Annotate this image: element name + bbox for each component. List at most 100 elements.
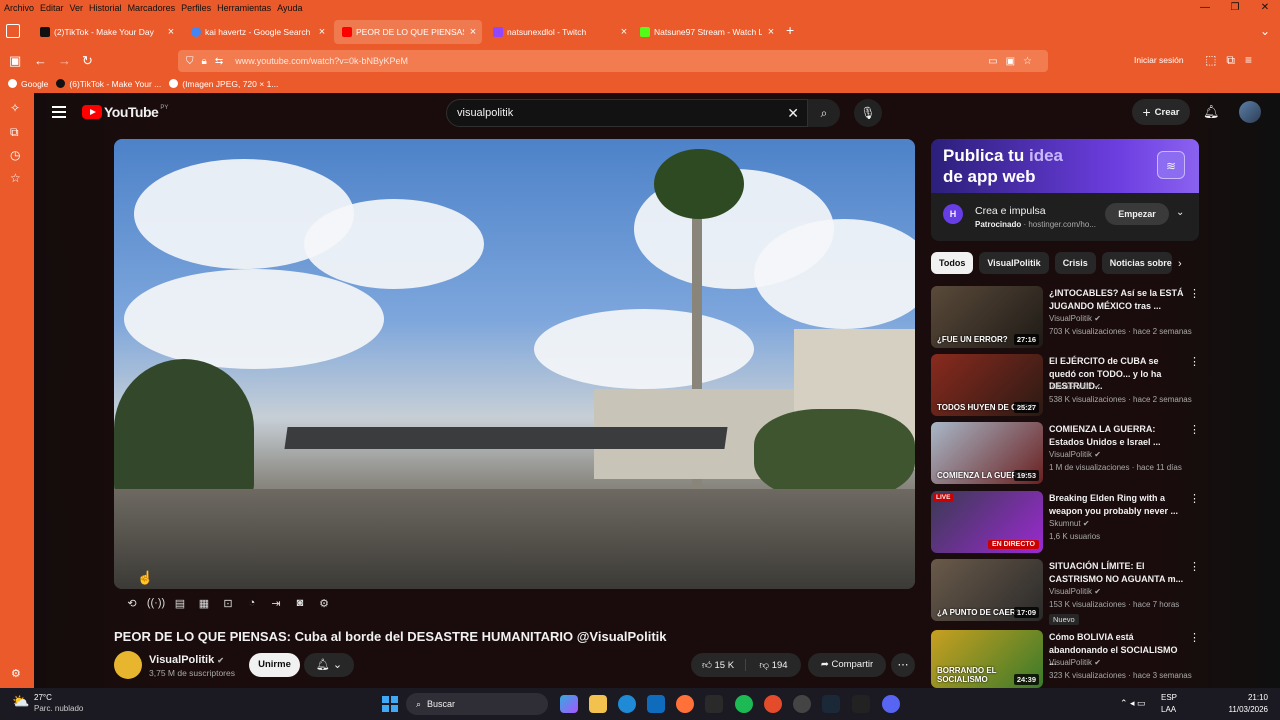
search-value[interactable]: visualpolitik bbox=[457, 107, 787, 119]
ad-cta-button[interactable]: Empezar bbox=[1105, 203, 1169, 225]
outlook-icon[interactable] bbox=[647, 695, 665, 713]
clock-time[interactable]: 21:10 bbox=[1226, 693, 1268, 702]
menu-marcadores[interactable]: Marcadores bbox=[128, 3, 176, 13]
video-thumbnail[interactable]: TODOS HUYEN DE CUBA 25:27 bbox=[931, 354, 1043, 416]
chevron-down-icon[interactable]: ⌄ bbox=[1260, 24, 1270, 38]
channel-name[interactable]: VisualPolitik ✔ bbox=[149, 654, 224, 666]
sidebar-toggle-icon[interactable]: ▣ bbox=[9, 53, 21, 69]
more-vert-icon[interactable]: ⋮ bbox=[1189, 492, 1200, 505]
lock-icon[interactable]: 🔒︎ bbox=[202, 56, 207, 67]
chip-visualpolitik[interactable]: VisualPolitik bbox=[979, 252, 1049, 274]
spotify-icon[interactable] bbox=[735, 695, 753, 713]
list-item[interactable]: BORRANDO EL SOCIALISMO 24:39 Cómo BOLIVI… bbox=[931, 630, 1200, 692]
tab-tiktok[interactable]: (2)TikTok - Make Your Day × bbox=[32, 20, 180, 44]
menu-historial[interactable]: Historial bbox=[89, 3, 122, 13]
more-actions-button[interactable]: ⋯ bbox=[891, 653, 915, 677]
back-icon[interactable]: ← bbox=[34, 53, 47, 68]
close-tab-icon[interactable]: × bbox=[162, 26, 180, 38]
menu-archivo[interactable]: Archivo bbox=[4, 3, 34, 13]
search-input[interactable]: visualpolitik ✕ bbox=[446, 99, 808, 127]
taskbar-search[interactable]: ⌕ Buscar bbox=[406, 693, 548, 715]
clip-icon[interactable]: ▦ bbox=[192, 597, 216, 610]
menu-editar[interactable]: Editar bbox=[40, 3, 64, 13]
avatar[interactable] bbox=[1239, 101, 1261, 123]
more-vert-icon[interactable]: ⋮ bbox=[1189, 631, 1200, 644]
more-vert-icon[interactable]: ⋮ bbox=[1189, 355, 1200, 368]
brave-icon[interactable] bbox=[764, 695, 782, 713]
chip-noticias[interactable]: Noticias sobre bbox=[1101, 252, 1172, 274]
menu-ver[interactable]: Ver bbox=[70, 3, 84, 13]
search-button[interactable]: ⌕ bbox=[808, 99, 840, 127]
discord-icon[interactable] bbox=[882, 695, 900, 713]
hamburger-menu-icon[interactable] bbox=[52, 106, 66, 118]
notifications-bell-icon[interactable]: 🔔︎ bbox=[1203, 104, 1220, 120]
sign-in-button[interactable]: Iniciar sesión bbox=[1134, 55, 1184, 65]
subscription-bell-button[interactable]: 🔔︎ ⌄ bbox=[304, 653, 354, 677]
shield-icon[interactable]: ⛉ bbox=[186, 56, 194, 67]
list-item[interactable]: COMIENZA LA GUERRA 19:53 COMIENZA LA GUE… bbox=[931, 422, 1200, 484]
rec-channel[interactable]: VisualPolitik ✔ bbox=[1049, 314, 1101, 323]
close-tab-icon[interactable]: × bbox=[615, 26, 633, 38]
like-button[interactable]: 👍︎ 15 K bbox=[691, 659, 746, 671]
keyboard-layout[interactable]: LAA bbox=[1161, 705, 1176, 714]
bookmark-google[interactable]: Google bbox=[8, 79, 48, 89]
extensions-icon[interactable]: ⬚⧉≡ bbox=[1205, 53, 1262, 68]
join-button[interactable]: Unirme bbox=[249, 653, 300, 677]
weather-temp[interactable]: 27°C bbox=[34, 693, 52, 702]
chevron-right-icon[interactable]: › bbox=[1178, 258, 1182, 270]
restore-icon[interactable]: ❐ bbox=[1220, 0, 1250, 16]
bookmarks-icon[interactable]: ☆ bbox=[10, 171, 21, 185]
speed-icon[interactable]: ◔ bbox=[240, 597, 264, 610]
bookmark-tiktok[interactable]: (6)TikTok - Make Your ... bbox=[56, 79, 161, 89]
chevron-down-icon[interactable]: ⌄ bbox=[1176, 207, 1184, 218]
more-vert-icon[interactable]: ⋮ bbox=[1189, 560, 1200, 573]
close-tab-icon[interactable]: × bbox=[464, 26, 482, 38]
youtube-logo[interactable]: YouTube PY bbox=[82, 104, 168, 120]
video-thumbnail[interactable]: LIVE EN DIRECTO bbox=[931, 491, 1043, 553]
chip-crisis[interactable]: Crisis bbox=[1054, 252, 1096, 274]
rec-title[interactable]: ¿INTOCABLES? Así se la ESTÁ JUGANDO MÉXI… bbox=[1049, 287, 1185, 312]
tab-twitch[interactable]: natsunexdlol - Twitch × bbox=[485, 20, 633, 44]
bookmark-image[interactable]: (Imagen JPEG, 720 × 1... bbox=[169, 79, 278, 89]
share-button[interactable]: ➦ Compartir bbox=[808, 653, 886, 677]
rec-channel[interactable]: Skumnut ✔ bbox=[1049, 519, 1090, 528]
channel-avatar[interactable] bbox=[114, 651, 142, 679]
rec-channel[interactable]: VisualPolitik ✔ bbox=[1049, 658, 1101, 667]
rec-title[interactable]: SITUACIÓN LÍMITE: El CASTRISMO NO AGUANT… bbox=[1049, 560, 1185, 585]
copilot-icon[interactable] bbox=[560, 695, 578, 713]
close-window-icon[interactable]: ✕ bbox=[1250, 0, 1280, 16]
firefox-icon[interactable] bbox=[676, 695, 694, 713]
new-tab-icon[interactable]: + bbox=[786, 22, 794, 38]
reload-icon[interactable]: ↻ bbox=[82, 53, 93, 69]
file-explorer-icon[interactable] bbox=[589, 695, 607, 713]
sponsored-ad[interactable]: Publica tu idea de app web ≋ H Crea e im… bbox=[931, 139, 1199, 241]
chip-todos[interactable]: Todos bbox=[931, 252, 974, 274]
loop-icon[interactable]: ⟲ bbox=[120, 597, 144, 610]
permissions-icon[interactable]: ⇆ bbox=[215, 56, 223, 67]
minimize-icon[interactable]: — bbox=[1190, 0, 1220, 16]
close-tab-icon[interactable]: × bbox=[762, 26, 780, 38]
video-thumbnail[interactable]: ¿A PUNTO DE CAER? 17:09 bbox=[931, 559, 1043, 621]
more-vert-icon[interactable]: ⋮ bbox=[1189, 423, 1200, 436]
ai-chat-icon[interactable]: ✧ bbox=[10, 101, 20, 115]
tab-kick[interactable]: Natsune97 Stream - Watch Live × bbox=[632, 20, 780, 44]
video-player[interactable] bbox=[114, 139, 915, 589]
video-thumbnail[interactable]: BORRANDO EL SOCIALISMO 24:39 bbox=[931, 630, 1043, 688]
edge-icon[interactable] bbox=[618, 695, 636, 713]
history-icon[interactable]: ◷ bbox=[10, 148, 20, 162]
language-indicator[interactable]: ESP bbox=[1161, 693, 1177, 702]
create-button[interactable]: + Crear bbox=[1132, 99, 1190, 125]
rec-channel[interactable]: VisualPolitik ✔ bbox=[1049, 450, 1101, 459]
more-vert-icon[interactable]: ⋮ bbox=[1189, 287, 1200, 300]
close-tab-icon[interactable]: × bbox=[313, 26, 331, 38]
voice-search-button[interactable]: 🎙︎ bbox=[854, 99, 882, 127]
rec-title[interactable]: Breaking Elden Ring with a weapon you pr… bbox=[1049, 492, 1185, 517]
tab-google-search[interactable]: kai havertz - Google Search × bbox=[183, 20, 331, 44]
rec-channel[interactable]: VisualPolitik ✔ bbox=[1049, 382, 1101, 391]
menu-herramientas[interactable]: Herramientas bbox=[217, 3, 271, 13]
bookmark-star-icon[interactable]: ▭▣☆ bbox=[988, 56, 1040, 67]
tab-list-icon[interactable] bbox=[6, 24, 20, 38]
screenshot-icon[interactable]: ◙ bbox=[288, 597, 312, 610]
menu-ayuda[interactable]: Ayuda bbox=[277, 3, 302, 13]
settings-gear-icon[interactable]: ⚙ bbox=[312, 597, 336, 610]
